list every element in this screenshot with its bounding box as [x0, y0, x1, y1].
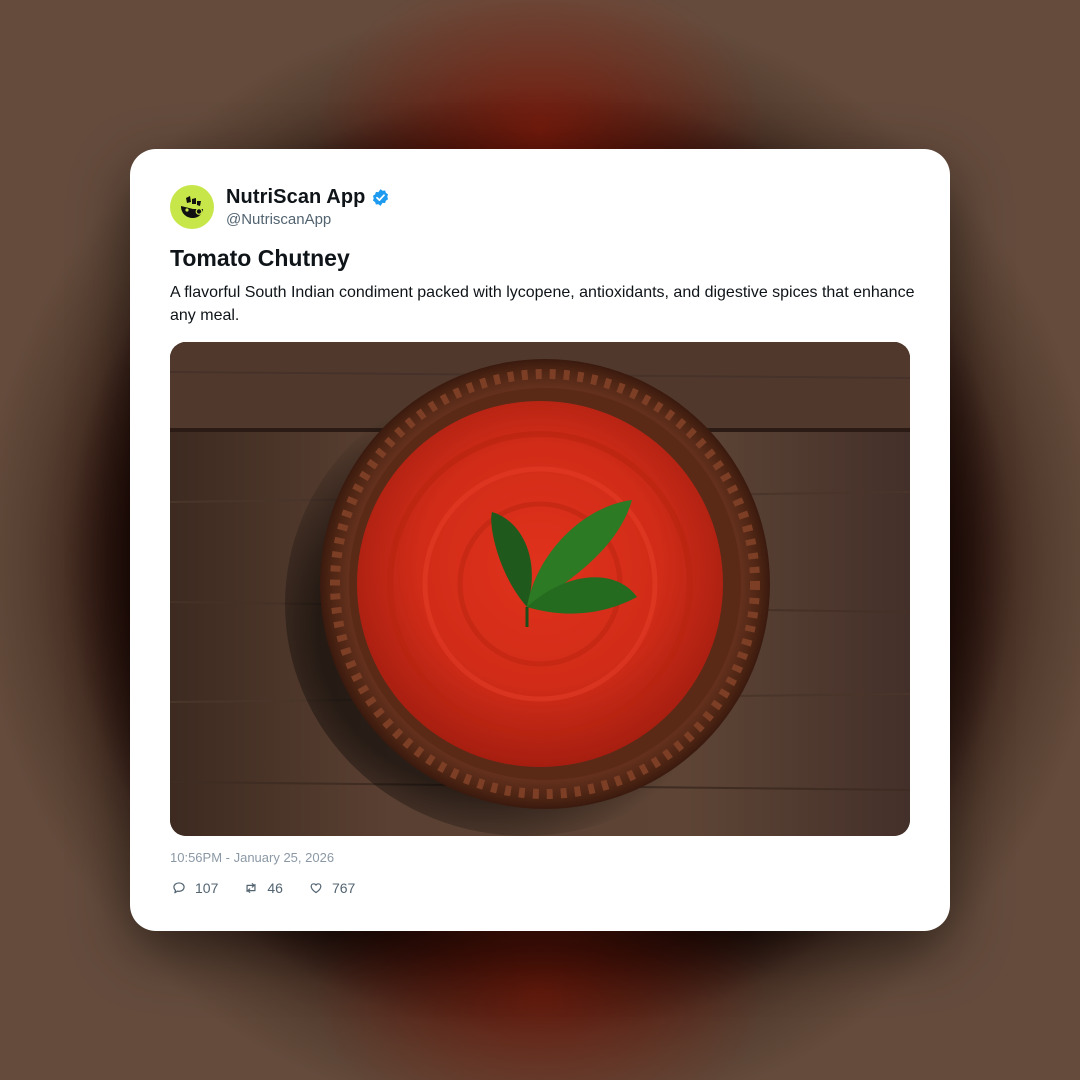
- like-count: 767: [331, 880, 356, 896]
- repost-button[interactable]: 46: [244, 880, 283, 896]
- post-title: Tomato Chutney: [170, 245, 350, 271]
- post-card: NutriScan App @NutriscanApp Tomato Chutn…: [130, 149, 950, 931]
- heart-icon: [310, 883, 322, 894]
- reply-count: 107: [195, 880, 219, 896]
- author-handle[interactable]: @NutriscanApp: [226, 211, 390, 228]
- avatar[interactable]: [170, 185, 214, 229]
- like-button[interactable]: 767: [309, 880, 355, 896]
- repost-count: 46: [267, 880, 283, 896]
- post-timestamp[interactable]: 10:56PM - January 25, 2026: [170, 850, 334, 865]
- post-description: A flavorful South Indian condiment packe…: [170, 284, 915, 324]
- author-display-name[interactable]: NutriScan App: [226, 186, 365, 209]
- post-image[interactable]: [170, 342, 910, 836]
- post-actions: 107 46 767: [172, 880, 381, 896]
- post-header: NutriScan App @NutriscanApp: [170, 185, 390, 229]
- verified-badge-icon: [371, 188, 390, 207]
- comment-icon: [173, 882, 185, 894]
- repost-icon: [246, 883, 256, 893]
- nutriscan-logo-icon: [181, 196, 203, 218]
- reply-button[interactable]: 107: [172, 880, 218, 896]
